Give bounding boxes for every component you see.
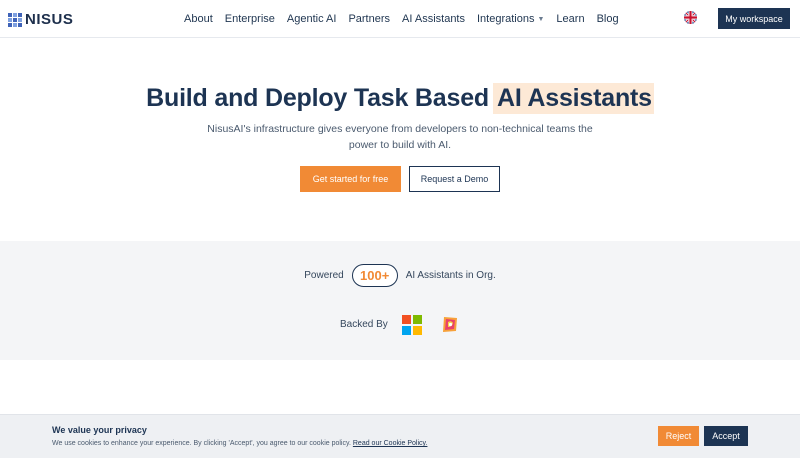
- nav-learn[interactable]: Learn: [556, 13, 584, 25]
- request-demo-button[interactable]: Request a Demo: [409, 166, 500, 192]
- get-started-button[interactable]: Get started for free: [300, 166, 401, 192]
- hero-title: Build and Deploy Task Based AI Assistants: [0, 83, 800, 114]
- assistant-count-badge: 100+: [351, 264, 398, 287]
- hero-title-highlight: AI Assistants: [492, 83, 654, 114]
- nisus-logo[interactable]: NISUS: [8, 11, 73, 28]
- powered-by-line: Powered 100+ AI Assistants in Org.: [0, 264, 800, 287]
- backed-by-label: Backed By: [340, 319, 388, 330]
- microsoft-logo-icon: [402, 315, 422, 335]
- nav-agentic-ai[interactable]: Agentic AI: [287, 13, 337, 25]
- accept-cookies-button[interactable]: Accept: [704, 426, 748, 446]
- powered-suffix: AI Assistants in Org.: [405, 270, 496, 281]
- nisus-logo-icon: [8, 12, 22, 27]
- reject-cookies-button[interactable]: Reject: [658, 426, 699, 446]
- nav-ai-assistants[interactable]: AI Assistants: [402, 13, 465, 25]
- cookie-text: We use cookies to enhance your experienc…: [52, 440, 427, 447]
- hero-title-main: Build and Deploy Task Based: [146, 84, 489, 112]
- hero-subtitle: NisusAI's infrastructure gives everyone …: [207, 123, 593, 151]
- main-menu: About Enterprise Agentic AI Partners AI …: [184, 0, 631, 38]
- stats-band: [0, 241, 800, 360]
- my-workspace-button[interactable]: My workspace: [718, 8, 790, 29]
- nav-blog[interactable]: Blog: [597, 13, 619, 25]
- cookie-title: We value your privacy: [52, 425, 147, 435]
- nav-about[interactable]: About: [184, 13, 213, 25]
- chevron-down-icon: ▼: [537, 15, 545, 23]
- powered-prefix: Powered: [304, 270, 344, 281]
- top-navbar: NISUS About Enterprise Agentic AI Partne…: [0, 0, 800, 38]
- cookie-policy-link[interactable]: Read our Cookie Policy.: [353, 440, 428, 447]
- nav-integrations[interactable]: Integrations ▼: [477, 13, 544, 25]
- nav-integrations-label: Integrations: [477, 13, 535, 25]
- nav-enterprise[interactable]: Enterprise: [225, 13, 275, 25]
- nav-partners[interactable]: Partners: [348, 13, 390, 25]
- partner-logo-icon: [440, 315, 460, 335]
- brand-name: NISUS: [25, 11, 74, 28]
- cookie-message: We use cookies to enhance your experienc…: [52, 440, 351, 447]
- uk-flag-icon[interactable]: [684, 11, 697, 24]
